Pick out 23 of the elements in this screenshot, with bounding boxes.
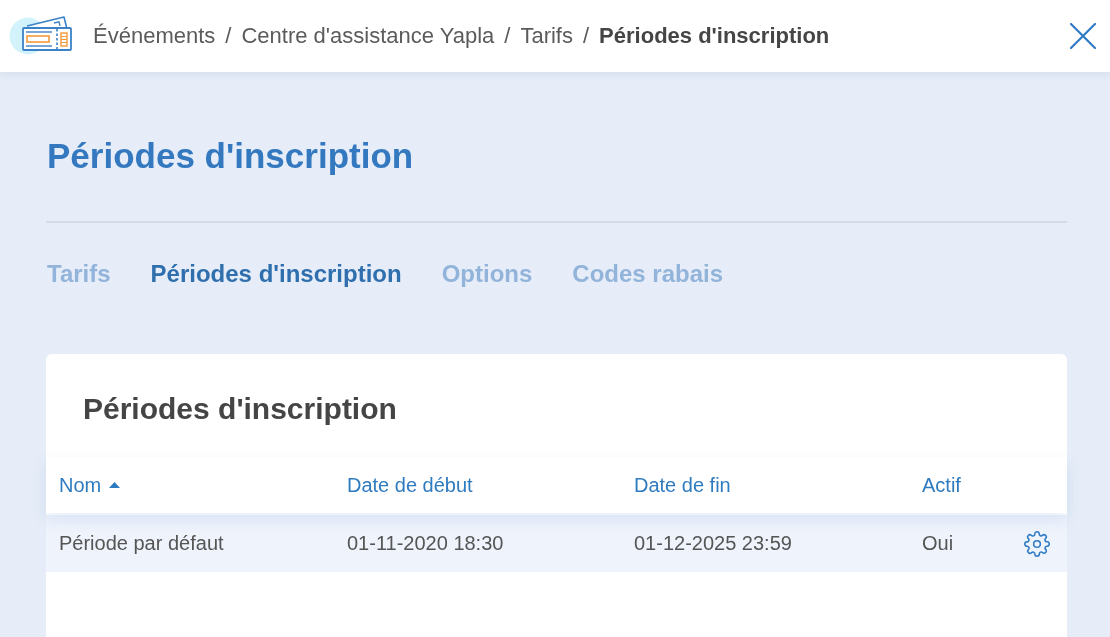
settings-icon xyxy=(1024,530,1050,557)
table-cell: 01-11-2020 18:30 xyxy=(347,532,504,555)
close-icon xyxy=(1070,23,1096,49)
breadcrumb-separator: / xyxy=(504,23,511,49)
breadcrumb-link[interactable]: Tarifs xyxy=(520,23,573,49)
breadcrumb-current: Périodes d'inscription xyxy=(599,23,830,49)
breadcrumb-separator: / xyxy=(225,23,232,49)
ticket-icon xyxy=(9,15,73,57)
table-cell: Période par défaut xyxy=(59,532,224,555)
card-title: Périodes d'inscription xyxy=(83,391,397,427)
close-button[interactable] xyxy=(1068,21,1098,51)
table-cell: 01-12-2025 23:59 xyxy=(634,532,792,555)
column-header[interactable]: Actif xyxy=(922,473,961,497)
settings-button[interactable] xyxy=(1024,530,1050,557)
column-header[interactable]: Date de début xyxy=(347,473,473,497)
breadcrumb-link[interactable]: Événements xyxy=(93,23,216,49)
column-header[interactable]: Date de fin xyxy=(634,473,731,497)
breadcrumb-separator: / xyxy=(583,23,590,49)
table-cell: Oui xyxy=(922,532,954,555)
column-header[interactable]: Nom xyxy=(59,473,121,497)
page-title: Périodes d'inscription xyxy=(47,135,414,177)
breadcrumb-link[interactable]: Centre d'assistance Yapla xyxy=(241,23,495,49)
tab[interactable]: Périodes d'inscription xyxy=(150,259,402,289)
